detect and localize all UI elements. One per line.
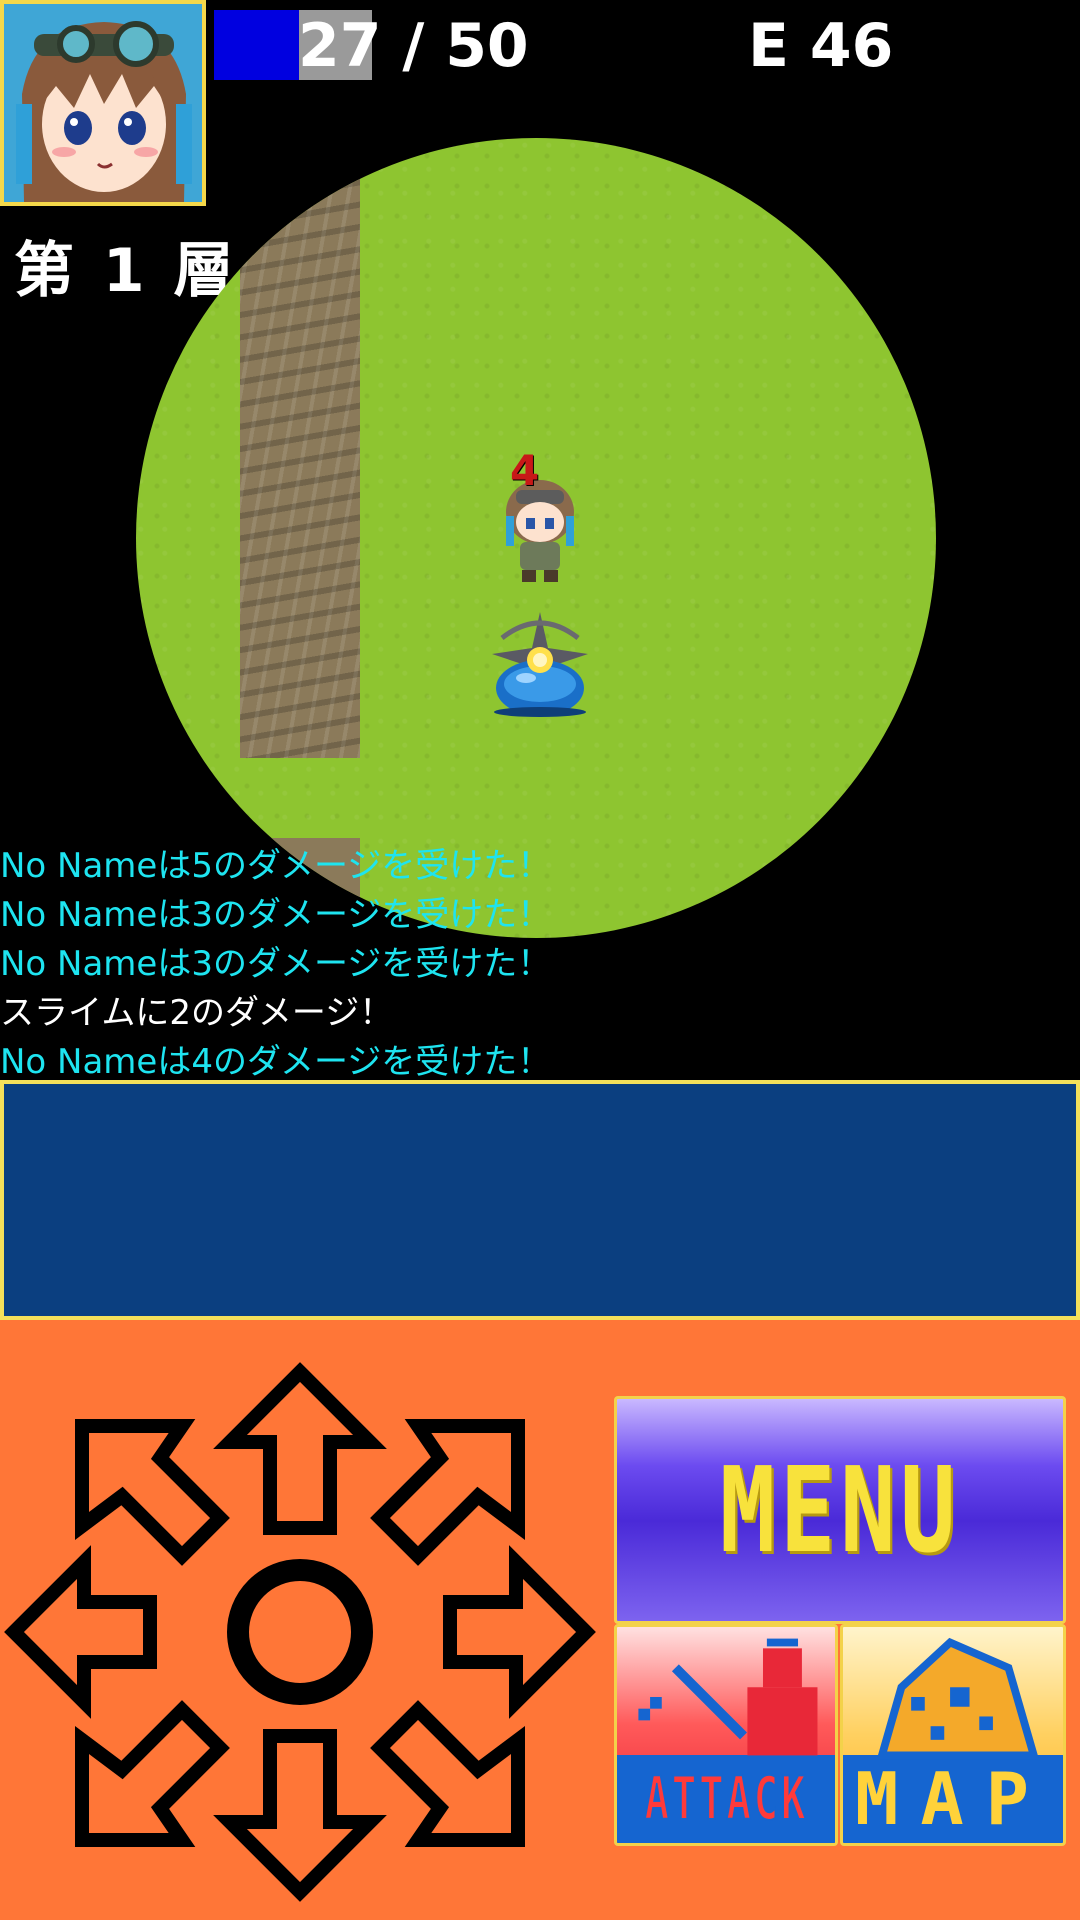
hp-bar-fill [214,10,300,80]
experience-text: E 46 [748,11,894,81]
sword-attack-icon [638,1638,818,1756]
damage-popup: 4 [510,446,540,495]
dpad-right-button[interactable] [443,1545,596,1719]
log-line: No Nameは3のダメージを受けた！ [0,944,552,984]
message-window[interactable] [0,1080,1080,1320]
control-panel: MENU ATTACK MAP [0,1320,1080,1920]
menu-button[interactable]: MENU [614,1396,1066,1624]
dungeon-map-view[interactable]: 4 [136,138,936,938]
rock-wall-tile [240,178,360,758]
hp-text: 27 / 50 [298,11,529,81]
attack-label-strip: ATTACK [617,1755,835,1843]
map-scroll-icon [876,1637,1039,1760]
map-label: MAP [854,1757,1052,1841]
dpad-downleft-button[interactable] [75,1700,230,1847]
log-line: スライムに2のダメージ！ [0,993,394,1033]
character-portrait[interactable] [0,0,206,206]
battle-log: No Nameは5のダメージを受けた！ No Nameは3のダメージを受けた！ … [0,842,1080,1087]
log-line: No Nameは3のダメージを受けた！ [0,895,552,935]
attack-label: ATTACK [643,1763,808,1835]
floor-indicator: 第 1 層 [14,236,238,306]
menu-label: MENU [719,1441,961,1579]
dpad-downright-button[interactable] [370,1700,525,1847]
dpad-left-button[interactable] [4,1545,157,1719]
dpad-down-button[interactable] [213,1729,387,1902]
slime-enemy-icon [492,612,588,717]
dpad-upleft-button[interactable] [75,1419,230,1566]
map-button[interactable]: MAP [840,1624,1066,1846]
attack-button[interactable]: ATTACK [614,1624,838,1846]
map-label-strip: MAP [843,1755,1063,1843]
heroine-portrait-icon [4,4,202,202]
wait-circle-icon[interactable] [227,1559,373,1705]
dpad-upright-button[interactable] [370,1419,525,1566]
hero-sprite-icon [506,480,574,582]
log-line: No Nameは5のダメージを受けた！ [0,846,552,886]
dpad-up-button[interactable] [213,1362,387,1535]
dpad-icon [4,1362,596,1902]
